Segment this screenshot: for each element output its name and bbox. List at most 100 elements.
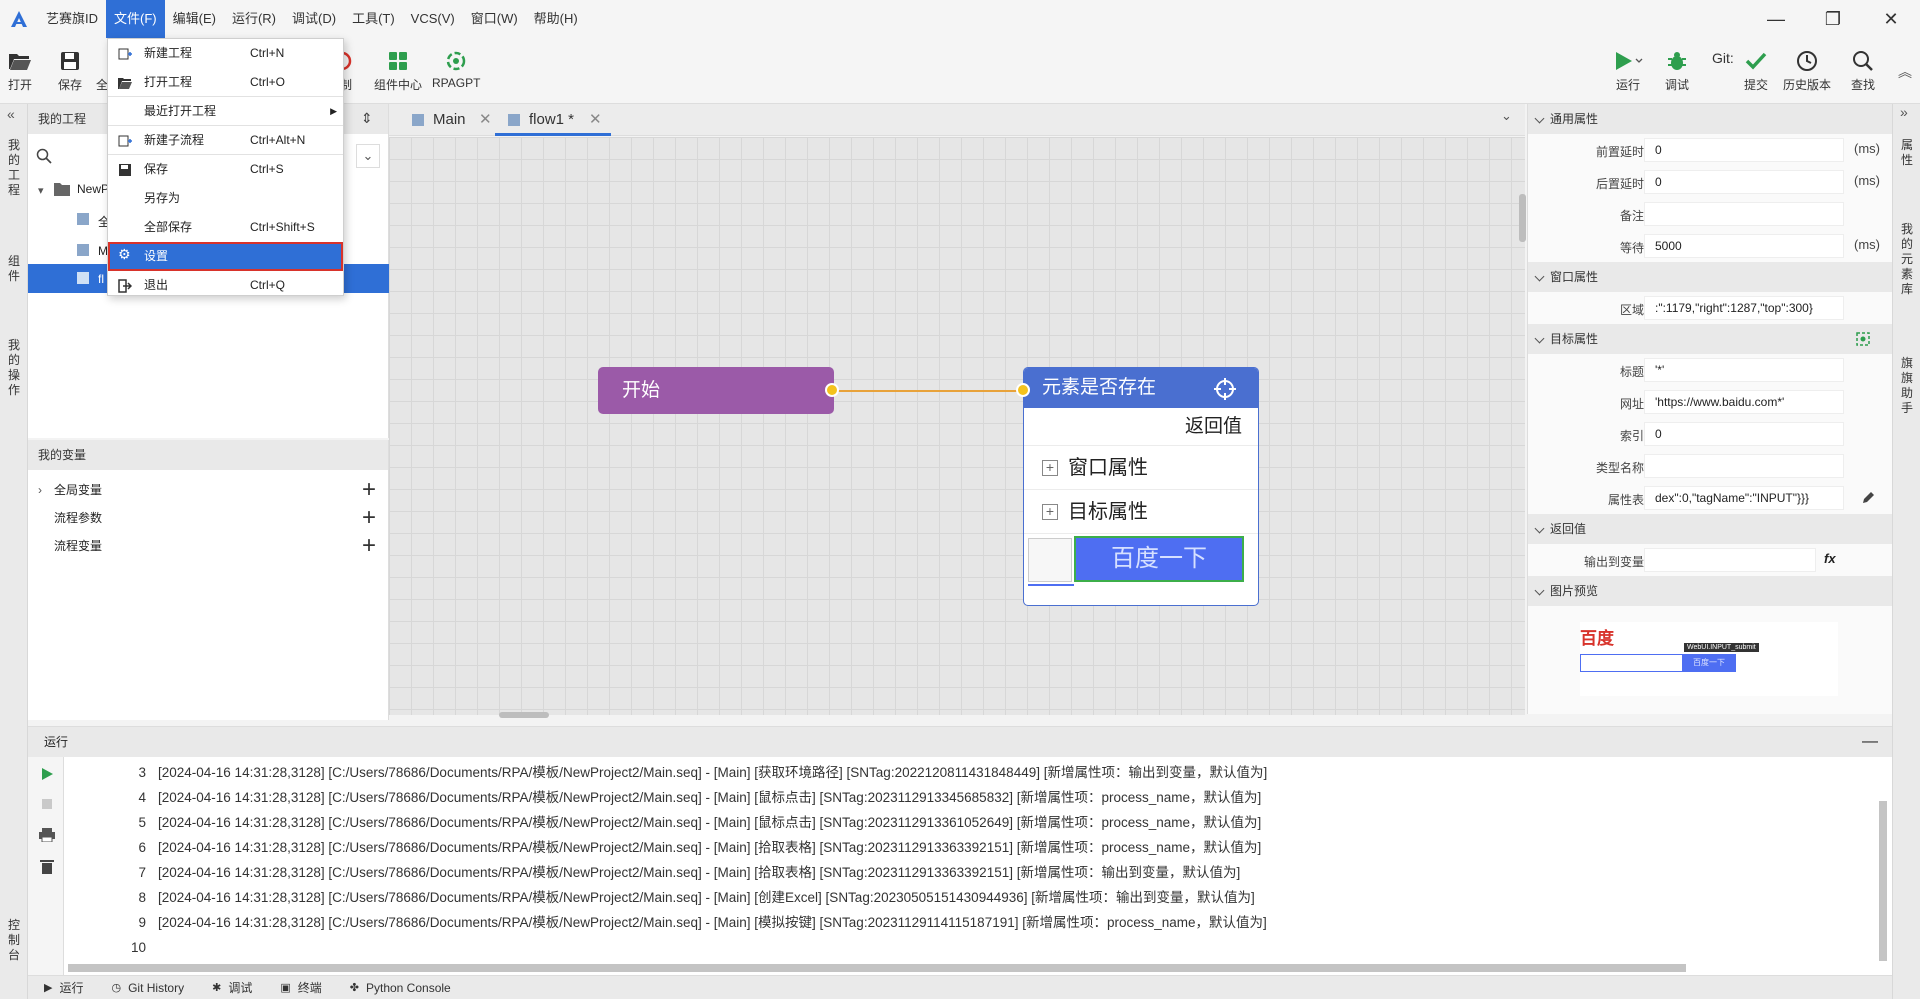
section-image-preview[interactable]: 图片预览 [1528, 576, 1892, 606]
component-center-button[interactable]: 组件中心 [374, 46, 422, 93]
section-target[interactable]: 目标属性 [1528, 324, 1892, 354]
var-row-params[interactable]: 流程参数 + [28, 504, 388, 532]
menu-save-all[interactable]: 全部保存 Ctrl+Shift+S [108, 213, 343, 242]
canvas-vscrollbar[interactable] [1519, 194, 1526, 242]
region-input[interactable]: :":1179,"right":1287,"top":300} [1644, 296, 1844, 320]
capture-target-icon[interactable] [1856, 332, 1870, 346]
chevron-right-icon[interactable]: › [38, 476, 42, 504]
var-row-flow[interactable]: 流程变量 + [28, 532, 388, 560]
canvas-hscrollbar[interactable] [499, 712, 549, 718]
target-props-row[interactable]: + 目标属性 [1024, 490, 1258, 534]
menu-tools[interactable]: 工具(T) [344, 0, 403, 38]
crosshair-icon[interactable] [1213, 377, 1237, 401]
console-hscrollbar[interactable] [68, 964, 1686, 972]
search-button[interactable]: 查找 [1851, 46, 1875, 93]
bottom-tab-python-console[interactable]: ✤ Python Console [334, 981, 463, 995]
tab-flow1[interactable]: flow1 * ✕ [495, 104, 611, 136]
tree-item-project[interactable]: NewP [77, 182, 109, 196]
pencil-icon[interactable] [1861, 491, 1875, 505]
tree-item-flow1[interactable]: fl [98, 272, 104, 286]
collapse-toolbar-icon[interactable]: ︽ [1898, 62, 1912, 82]
close-icon[interactable]: ✕ [589, 104, 602, 136]
minimize-panel-icon[interactable]: — [1862, 727, 1878, 757]
menu-open-project[interactable]: 打开工程 Ctrl+O [108, 68, 343, 97]
input-port[interactable] [1016, 383, 1030, 397]
bottom-tab-git-history[interactable]: ◷ Git History [95, 981, 196, 995]
tree-expand-icon[interactable]: ▾ [38, 184, 44, 197]
start-node[interactable]: 开始 [598, 367, 834, 414]
menu-window[interactable]: 窗口(W) [463, 0, 526, 38]
run-button[interactable]: 运行 [1613, 46, 1643, 93]
rail-components[interactable]: 组件 [6, 254, 22, 284]
menu-new-project[interactable]: 新建工程 Ctrl+N [108, 39, 343, 68]
rail-assistant[interactable]: 旗旗助手 [1899, 356, 1915, 416]
chevron-down-icon[interactable]: ⌄ [356, 144, 380, 168]
rail-my-project[interactable]: 我的工程 [6, 138, 22, 198]
search-icon[interactable] [36, 148, 52, 167]
output-variable-input[interactable] [1644, 548, 1816, 572]
wait-input[interactable]: 5000 [1644, 234, 1844, 258]
menu-help[interactable]: 帮助(H) [526, 0, 586, 38]
menu-save-as[interactable]: 另存为 [108, 184, 343, 213]
menu-run[interactable]: 运行(R) [224, 0, 284, 38]
note-input[interactable] [1644, 202, 1844, 226]
bottom-tab-debug[interactable]: ✱ 调试 [196, 979, 264, 996]
rail-my-elements[interactable]: 我的元素库 [1899, 222, 1915, 297]
pre-delay-input[interactable]: 0 [1644, 138, 1844, 162]
section-return[interactable]: 返回值 [1528, 514, 1892, 544]
index-input[interactable]: 0 [1644, 422, 1844, 446]
bottom-tab-run[interactable]: ▶ 运行 [28, 979, 95, 996]
url-input[interactable]: 'https://www.baidu.com*' [1644, 390, 1844, 414]
close-icon[interactable]: ✕ [479, 104, 492, 136]
play-icon[interactable] [40, 767, 54, 781]
menu-recent-projects[interactable]: 最近打开工程 ▶ [108, 97, 343, 126]
section-general[interactable]: 通用属性 [1528, 104, 1892, 134]
flow-canvas[interactable] [389, 137, 1526, 718]
history-button[interactable]: 历史版本 [1783, 46, 1831, 93]
attributes-input[interactable]: dex":0,"tagName":"INPUT"}}} [1644, 486, 1844, 510]
output-port[interactable] [825, 383, 839, 397]
type-name-input[interactable] [1644, 454, 1844, 478]
expand-icon[interactable]: + [1042, 460, 1058, 476]
save-button[interactable]: 保存 [58, 46, 82, 93]
stop-icon[interactable] [41, 798, 53, 810]
menu-new-subflow[interactable]: 新建子流程 Ctrl+Alt+N [108, 126, 343, 155]
window-props-row[interactable]: + 窗口属性 [1024, 446, 1258, 490]
menu-exit[interactable]: 退出 Ctrl+Q [108, 271, 343, 300]
close-button[interactable]: ✕ [1866, 0, 1916, 38]
commit-button[interactable]: 提交 [1744, 46, 1768, 93]
var-row-global[interactable]: › 全局变量 + [28, 476, 388, 504]
rail-console[interactable]: 控制台 [6, 918, 22, 963]
element-exists-node[interactable]: 元素是否存在 返回值 + 窗口属性 + 目标属性 百度一下 [1023, 367, 1259, 606]
trash-icon[interactable] [40, 859, 54, 874]
rpagpt-button[interactable]: RPAGPT [432, 46, 480, 90]
debug-button[interactable]: 调试 [1665, 46, 1689, 93]
return-value-row[interactable]: 返回值 [1024, 408, 1258, 446]
add-variable-icon[interactable]: + [362, 476, 376, 504]
maximize-button[interactable]: ❐ [1808, 0, 1858, 38]
console-vscrollbar[interactable] [1879, 801, 1887, 961]
menu-settings[interactable]: ⚙ 设置 [108, 242, 343, 271]
rail-my-operations[interactable]: 我的操作 [6, 338, 22, 398]
rail-properties[interactable]: 属性 [1899, 138, 1915, 168]
menu-save[interactable]: 保存 Ctrl+S [108, 155, 343, 184]
menu-edit[interactable]: 编辑(E) [165, 0, 224, 38]
collapse-right-icon[interactable]: » [1900, 104, 1908, 120]
tab-main[interactable]: Main ✕ [399, 104, 492, 136]
title-input[interactable]: '*' [1644, 358, 1844, 382]
menu-file[interactable]: 文件(F) [106, 0, 165, 38]
collapse-all-icon[interactable]: ⇕ [361, 110, 373, 127]
bottom-tab-terminal[interactable]: ▣ 终端 [264, 979, 333, 996]
post-delay-input[interactable]: 0 [1644, 170, 1844, 194]
tab-list-chevron-icon[interactable]: ⌄ [1501, 108, 1512, 124]
expand-icon[interactable]: + [1042, 504, 1058, 520]
collapse-left-icon[interactable]: « [7, 106, 15, 122]
section-window[interactable]: 窗口属性 [1528, 262, 1892, 292]
add-flow-variable-icon[interactable]: + [362, 532, 376, 560]
function-fx-icon[interactable]: fx [1824, 551, 1836, 566]
menu-debug[interactable]: 调试(D) [284, 0, 344, 38]
print-icon[interactable] [39, 828, 55, 842]
menu-vcs[interactable]: VCS(V) [403, 0, 463, 38]
add-param-icon[interactable]: + [362, 504, 376, 532]
open-button[interactable]: 打开 [8, 46, 32, 93]
